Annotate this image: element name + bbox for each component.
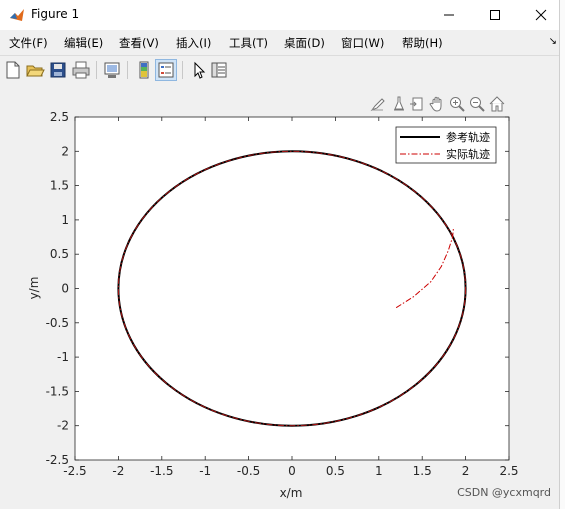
maximize-icon [490, 10, 500, 20]
close-icon [535, 9, 547, 21]
home-icon[interactable] [488, 95, 506, 113]
figure-canvas [0, 84, 565, 509]
pan-icon[interactable] [428, 95, 446, 113]
menu-file[interactable]: 文件(F) [9, 35, 48, 51]
brush-icon[interactable] [369, 95, 387, 113]
edit-plot-icon[interactable] [189, 60, 209, 80]
menu-desktop[interactable]: 桌面(D) [284, 35, 325, 51]
window-titlebar: Figure 1 [0, 0, 565, 30]
menu-view[interactable]: 查看(V) [119, 35, 159, 51]
close-button[interactable] [518, 0, 564, 30]
menu-help[interactable]: 帮助(H) [402, 35, 443, 51]
new-figure-icon[interactable] [3, 60, 23, 80]
matlab-icon [10, 9, 24, 21]
window-right-edge [559, 0, 565, 509]
maximize-button[interactable] [472, 0, 518, 30]
data-tips-icon[interactable] [390, 95, 408, 113]
link-plot-icon[interactable] [102, 60, 122, 80]
open-file-icon[interactable] [25, 60, 45, 80]
menu-tools[interactable]: 工具(T) [229, 35, 268, 51]
insert-legend-icon[interactable] [155, 59, 177, 81]
zoom-out-icon[interactable] [468, 95, 486, 113]
menu-window[interactable]: 窗口(W) [341, 35, 384, 51]
property-inspector-icon[interactable] [209, 60, 229, 80]
watermark: CSDN @ycxmqrd [457, 486, 551, 499]
zoom-in-icon[interactable] [448, 95, 466, 113]
menu-bar: 文件(F) 编辑(E) 查看(V) 插入(I) 工具(T) 桌面(D) 窗口(W… [0, 31, 565, 53]
minimize-button[interactable] [426, 0, 472, 30]
menu-insert[interactable]: 插入(I) [176, 35, 211, 51]
dock-arrow-icon[interactable]: ↘ [549, 36, 557, 47]
figure-toolbar [0, 55, 565, 85]
insert-colorbar-icon[interactable] [134, 60, 154, 80]
toolbar-separator [127, 61, 128, 79]
toolbar-separator [96, 61, 97, 79]
window-title: Figure 1 [31, 7, 80, 21]
minimize-icon [444, 14, 454, 16]
menu-edit[interactable]: 编辑(E) [64, 35, 103, 51]
save-icon[interactable] [48, 60, 68, 80]
export-icon[interactable] [408, 95, 426, 113]
print-icon[interactable] [71, 60, 91, 80]
toolbar-separator [182, 61, 183, 79]
